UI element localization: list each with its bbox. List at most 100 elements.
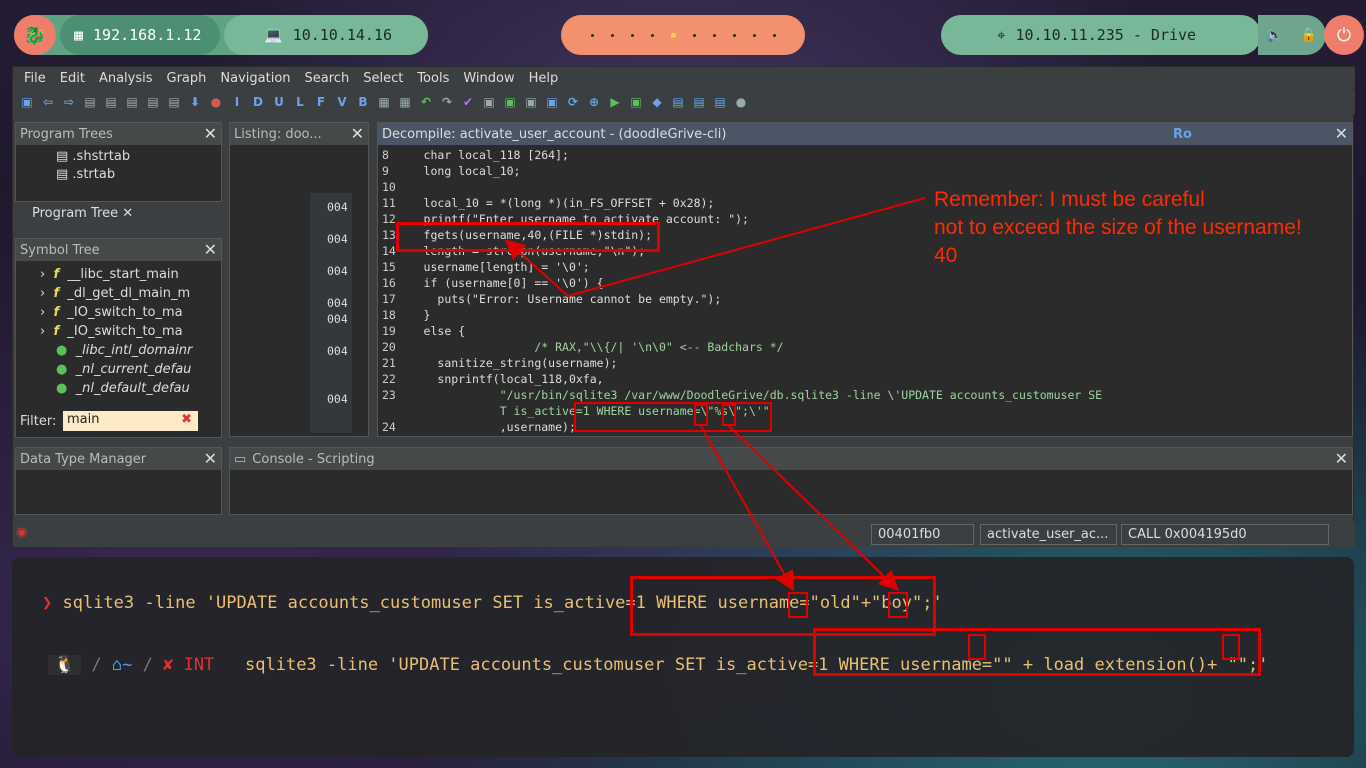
symbol-item[interactable]: ● _libc_intl_domainr: [56, 343, 192, 358]
code-line[interactable]: 10: [382, 179, 410, 195]
close-icon[interactable]: ✕: [204, 240, 217, 259]
code-line[interactable]: 13 fgets(username,40,(FILE *)stdin);: [382, 227, 652, 243]
symbol-item[interactable]: › f _dl_get_dl_main_m: [40, 286, 190, 301]
symbol-item[interactable]: ● _nl_default_defau: [56, 381, 190, 396]
filter-input[interactable]: main ✖: [63, 411, 198, 431]
tool-icon[interactable]: ⊕: [586, 94, 602, 110]
target-widget[interactable]: ⌖ 10.10.11.235 - Drive: [941, 15, 1261, 55]
code-line[interactable]: 24 ,username);: [382, 419, 576, 435]
code-line[interactable]: T is_active=1 WHERE username=\"%s\";\'": [382, 403, 770, 419]
vpn-ip-widget[interactable]: 💻 10.10.14.16: [224, 15, 428, 55]
tree-item[interactable]: ▤ .shstrtab: [56, 149, 130, 164]
code-line[interactable]: 16 if (username[0] == '\0') {: [382, 275, 604, 291]
toolbar-letter-v[interactable]: V: [334, 94, 350, 110]
power-button[interactable]: ⏻: [1324, 15, 1364, 55]
tool-icon[interactable]: ▣: [544, 94, 560, 110]
menu-select[interactable]: Select: [356, 71, 410, 86]
undo-icon[interactable]: ↶: [418, 94, 434, 110]
listing-address[interactable]: 004: [327, 295, 348, 311]
workspace-dot[interactable]: [610, 33, 614, 37]
tool-icon[interactable]: ▣: [481, 94, 497, 110]
toolbar-letter-b[interactable]: B: [355, 94, 371, 110]
symbol-item[interactable]: ● _nl_current_defau: [56, 362, 191, 377]
kali-menu-button[interactable]: 🐉: [14, 15, 56, 55]
listing-address[interactable]: 004: [327, 391, 348, 407]
menu-help[interactable]: Help: [522, 71, 566, 86]
workspace-dot[interactable]: [650, 33, 654, 37]
code-line[interactable]: 9 long local_10;: [382, 163, 520, 179]
code-line[interactable]: 11 local_10 = *(long *)(in_FS_OFFSET + 0…: [382, 195, 714, 211]
program-tree-tab[interactable]: Program Tree ✕: [32, 206, 133, 221]
toolbar-letter-i[interactable]: I: [229, 94, 245, 110]
symbol-item[interactable]: › f _IO_switch_to_ma: [40, 324, 183, 339]
tree-item[interactable]: ▤ .strtab: [56, 167, 115, 182]
listing-address[interactable]: 004: [327, 311, 348, 327]
toolbar-letter-l[interactable]: L: [292, 94, 308, 110]
code-line[interactable]: 15 username[length] = '\0';: [382, 259, 590, 275]
lock-icon[interactable]: 🔒: [1301, 28, 1317, 43]
code-line[interactable]: 12 printf("Enter username to activate ac…: [382, 211, 749, 227]
clipboard-icon[interactable]: ▦: [376, 94, 392, 110]
code-line[interactable]: 18 }: [382, 307, 430, 323]
clear-filter-icon[interactable]: ✖: [181, 412, 192, 427]
menu-analysis[interactable]: Analysis: [92, 71, 160, 86]
menu-search[interactable]: Search: [298, 71, 357, 86]
tool-icon[interactable]: ▤: [691, 94, 707, 110]
tool-icon[interactable]: ▤: [712, 94, 728, 110]
workspace-dot[interactable]: [590, 33, 594, 37]
workspace-dot[interactable]: [630, 33, 634, 37]
back-icon[interactable]: ⇦: [40, 94, 56, 110]
workspace-dot[interactable]: [752, 33, 756, 37]
listing-address[interactable]: 004: [327, 263, 348, 279]
code-line[interactable]: 8 char local_118 [264];: [382, 147, 569, 163]
close-icon[interactable]: ✕: [1335, 124, 1348, 143]
tool-icon[interactable]: ⟳: [565, 94, 581, 110]
code-line[interactable]: 14 length = strcspn(username,"\n");: [382, 243, 645, 259]
menu-edit[interactable]: Edit: [53, 71, 92, 86]
toolbar-letter-d[interactable]: D: [250, 94, 266, 110]
code-line[interactable]: 19 else {: [382, 323, 465, 339]
toolbar-letter-u[interactable]: U: [271, 94, 287, 110]
workspace-dot-active[interactable]: [670, 32, 676, 38]
ro-label[interactable]: Ro: [1173, 127, 1192, 142]
listing-address[interactable]: 004: [327, 343, 348, 359]
nav-icon[interactable]: ▤: [166, 94, 182, 110]
clipboard-icon[interactable]: ▦: [397, 94, 413, 110]
listing-address[interactable]: 004: [327, 231, 348, 247]
workspace-dot[interactable]: [772, 33, 776, 37]
code-line[interactable]: 17 puts("Error: Username cannot be empty…: [382, 291, 721, 307]
code-line[interactable]: 22 snprintf(local_118,0xfa,: [382, 371, 604, 387]
check-icon[interactable]: ✔: [460, 94, 476, 110]
down-arrow-icon[interactable]: ⬇: [187, 94, 203, 110]
stop-icon[interactable]: ●: [208, 94, 224, 110]
code-line[interactable]: 21 sanitize_string(username);: [382, 355, 617, 371]
tool-icon[interactable]: ▣: [628, 94, 644, 110]
run-icon[interactable]: ▶: [607, 94, 623, 110]
menu-navigation[interactable]: Navigation: [213, 71, 297, 86]
close-icon[interactable]: ✕: [204, 124, 217, 143]
volume-icon[interactable]: 🔈: [1267, 28, 1283, 43]
toolbar-letter-f[interactable]: F: [313, 94, 329, 110]
menu-file[interactable]: File: [17, 71, 53, 86]
close-icon[interactable]: ✕: [204, 449, 217, 468]
workspace-dot[interactable]: [692, 33, 696, 37]
tool-icon[interactable]: ▤: [670, 94, 686, 110]
nav-icon[interactable]: ▤: [124, 94, 140, 110]
local-ip-widget[interactable]: ▦ 192.168.1.12: [60, 15, 220, 55]
symbol-item[interactable]: › f _IO_switch_to_ma: [40, 305, 183, 320]
redo-icon[interactable]: ↷: [439, 94, 455, 110]
symbol-item[interactable]: › f __libc_start_main: [40, 267, 179, 282]
close-icon[interactable]: ✕: [1335, 449, 1348, 468]
workspace-dot[interactable]: [732, 33, 736, 37]
tool-icon[interactable]: ●: [733, 94, 749, 110]
forward-icon[interactable]: ⇨: [61, 94, 77, 110]
menu-tools[interactable]: Tools: [410, 71, 456, 86]
terminal-window[interactable]: ❯ sqlite3 -line 'UPDATE accounts_customu…: [12, 557, 1354, 757]
tool-icon[interactable]: ▣: [523, 94, 539, 110]
workspace-switcher[interactable]: [561, 15, 805, 55]
listing-address[interactable]: 004: [327, 199, 348, 215]
tool-icon[interactable]: ▣: [502, 94, 518, 110]
code-line[interactable]: 20 /* RAX,"\\{/| '\n\0" <-- Badchars */: [382, 339, 784, 355]
close-icon[interactable]: ✕: [351, 124, 364, 143]
save-icon[interactable]: ▣: [19, 94, 35, 110]
